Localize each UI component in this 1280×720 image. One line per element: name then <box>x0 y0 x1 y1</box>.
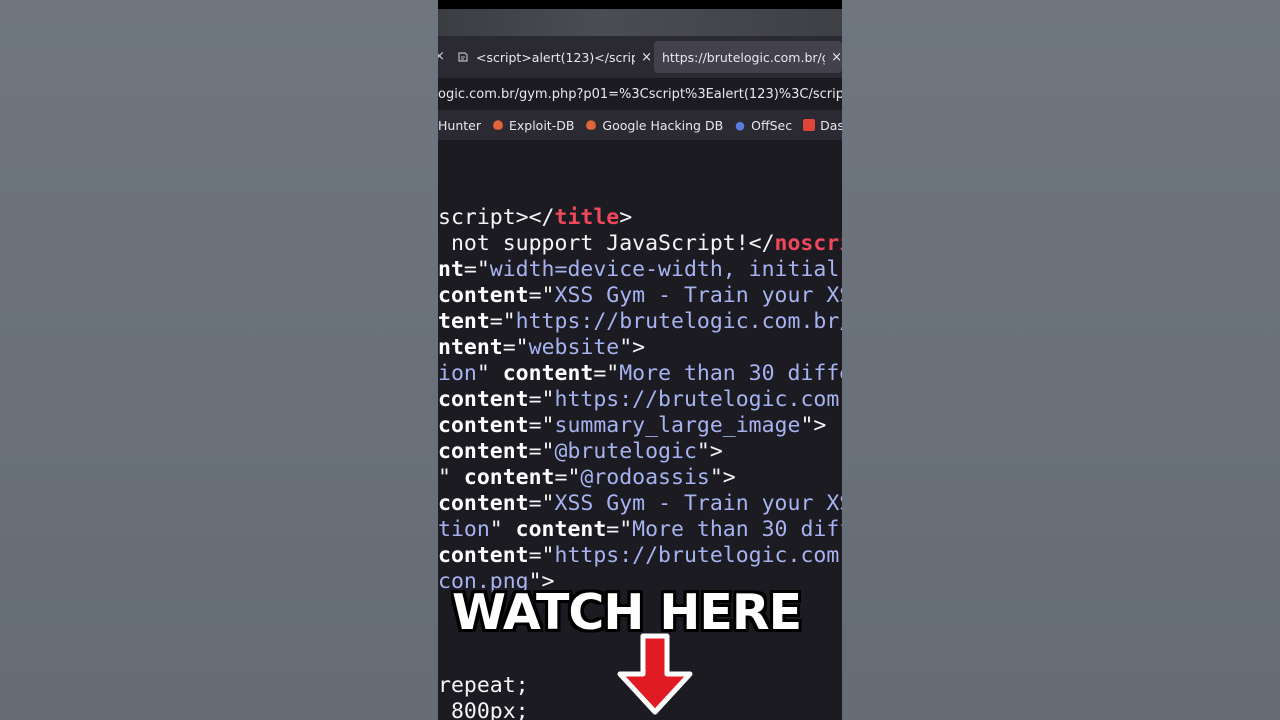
code-attribute: content <box>463 465 555 490</box>
code-string: XSS Gym - Train your XSS <box>554 283 843 308</box>
code-text: =" <box>489 309 516 334</box>
bookmarks-toolbar: Hunter Exploit-DB Google Hacking DB OffS… <box>438 110 842 140</box>
code-text: =" <box>528 387 555 412</box>
code-text: =" <box>528 439 555 464</box>
code-line: " content="@rodoassis"> <box>438 465 736 491</box>
window-title-bar <box>438 9 842 36</box>
bookmark-exploit-db[interactable]: Exploit-DB <box>492 118 574 133</box>
code-attribute: nt <box>438 257 464 282</box>
code-text: =" <box>528 413 555 438</box>
bookmark-hunter[interactable]: Hunter <box>438 118 481 133</box>
bookmark-label: Exploit-DB <box>508 117 575 133</box>
blurred-background-right <box>842 0 1280 720</box>
code-string: More than 30 diff <box>632 517 842 542</box>
code-text: " <box>489 517 516 542</box>
code-string: https://brutelogic.com.b <box>554 387 843 412</box>
code-text: =" <box>593 361 620 386</box>
code-text: "> <box>696 439 723 464</box>
code-line: ion" content="More than 30 diffe <box>438 361 842 387</box>
code-text: " <box>476 361 503 386</box>
code-string: More than 30 diffe <box>619 361 842 386</box>
blurred-background-left <box>0 0 438 720</box>
code-string: summary_large_image <box>554 413 801 438</box>
code-attribute: content <box>438 387 529 412</box>
bookmark-label: Google Hacking DB <box>602 117 724 133</box>
code-attribute: content <box>438 413 529 438</box>
code-string: width=device-width, initial- <box>489 257 842 282</box>
code-attribute: tent <box>438 309 490 334</box>
bookmark-google-hacking-db[interactable]: Google Hacking DB <box>585 118 723 133</box>
code-tag: noscri <box>774 231 842 256</box>
offsec-icon <box>734 119 747 131</box>
bookmark-label: Dashbo <box>820 117 842 133</box>
script-favicon-icon <box>456 50 470 64</box>
code-string: @rodoassis <box>580 465 710 490</box>
code-text: script></ <box>438 205 555 230</box>
code-line: repeat; <box>438 673 529 699</box>
code-text: repeat; <box>438 673 529 698</box>
arrow-down-icon <box>617 633 693 715</box>
code-text: not support JavaScript!</ <box>438 231 775 256</box>
code-text: =" <box>502 335 529 360</box>
code-string: XSS Gym - Train your XS <box>554 491 843 516</box>
code-text: " <box>438 465 464 490</box>
code-attribute: content <box>515 517 607 542</box>
code-attribute: content <box>438 543 529 568</box>
url-text: ogic.com.br/gym.php?p01=%3Cscript%3Ealer… <box>438 86 842 102</box>
tab-strip: × <script>alert(123)</scrip × https://br… <box>438 36 842 78</box>
code-attribute: content <box>438 439 529 464</box>
address-bar[interactable]: ogic.com.br/gym.php?p01=%3Cscript%3Ealer… <box>438 78 842 110</box>
code-line: content="https://brutelogic.com. <box>438 543 842 569</box>
code-line: content="@brutelogic"> <box>438 439 723 465</box>
tab-brutelogic[interactable]: https://brutelogic.com.br/gy × <box>654 41 842 73</box>
bookmark-label: Hunter <box>438 117 481 133</box>
code-string: tion <box>438 517 490 542</box>
code-string: ion <box>438 361 477 386</box>
code-string: https://brutelogic.com. <box>554 543 843 568</box>
code-attribute: ntent <box>438 335 503 360</box>
close-icon[interactable]: × <box>438 49 445 64</box>
code-line: nt="width=device-width, initial- <box>438 257 842 283</box>
code-string: https://brutelogic.com.br/ <box>515 309 842 334</box>
code-text: 800px; <box>438 699 529 720</box>
code-text: =" <box>606 517 633 542</box>
code-text: "> <box>709 465 736 490</box>
code-text: =" <box>528 543 555 568</box>
code-line: tion" content="More than 30 diff <box>438 517 842 543</box>
code-text: "> <box>619 335 646 360</box>
bookmark-dashboard[interactable]: Dashbo <box>803 118 842 133</box>
code-string: website <box>528 335 620 360</box>
code-text: =" <box>463 257 490 282</box>
code-line: content="XSS Gym - Train your XS <box>438 491 842 517</box>
code-attribute: content <box>502 361 594 386</box>
tab-label: https://brutelogic.com.br/gy <box>662 49 826 65</box>
bookmark-offsec[interactable]: OffSec <box>734 118 792 133</box>
tab-script-alert[interactable]: <script>alert(123)</scrip × <box>456 41 652 73</box>
code-line: ntent="website"> <box>438 335 645 361</box>
code-line: 800px; <box>438 699 529 720</box>
tab-label: <script>alert(123)</scrip <box>476 49 636 65</box>
code-text: =" <box>528 283 555 308</box>
code-text: =" <box>528 491 555 516</box>
code-line: content="summary_large_image"> <box>438 413 826 439</box>
exploit-db-icon <box>586 120 597 130</box>
close-icon[interactable]: × <box>641 50 652 65</box>
code-tag: title <box>554 205 620 230</box>
bookmark-label: OffSec <box>751 117 793 133</box>
code-text: > <box>619 205 633 230</box>
code-attribute: content <box>438 283 529 308</box>
exploit-db-icon <box>493 120 503 130</box>
code-string: @brutelogic <box>554 439 697 464</box>
dashboard-icon <box>803 119 816 131</box>
code-line: not support JavaScript!</noscri <box>438 231 842 257</box>
code-line: script></title> <box>438 205 632 231</box>
code-line: content="https://brutelogic.com.b <box>438 387 842 413</box>
code-line: tent="https://brutelogic.com.br/ <box>438 309 842 335</box>
close-icon[interactable]: × <box>831 50 842 65</box>
code-attribute: content <box>438 491 529 516</box>
video-letterbox-bar <box>438 0 842 9</box>
code-text: "> <box>800 413 827 438</box>
code-text: =" <box>554 465 581 490</box>
code-line: content="XSS Gym - Train your XSS <box>438 283 842 309</box>
